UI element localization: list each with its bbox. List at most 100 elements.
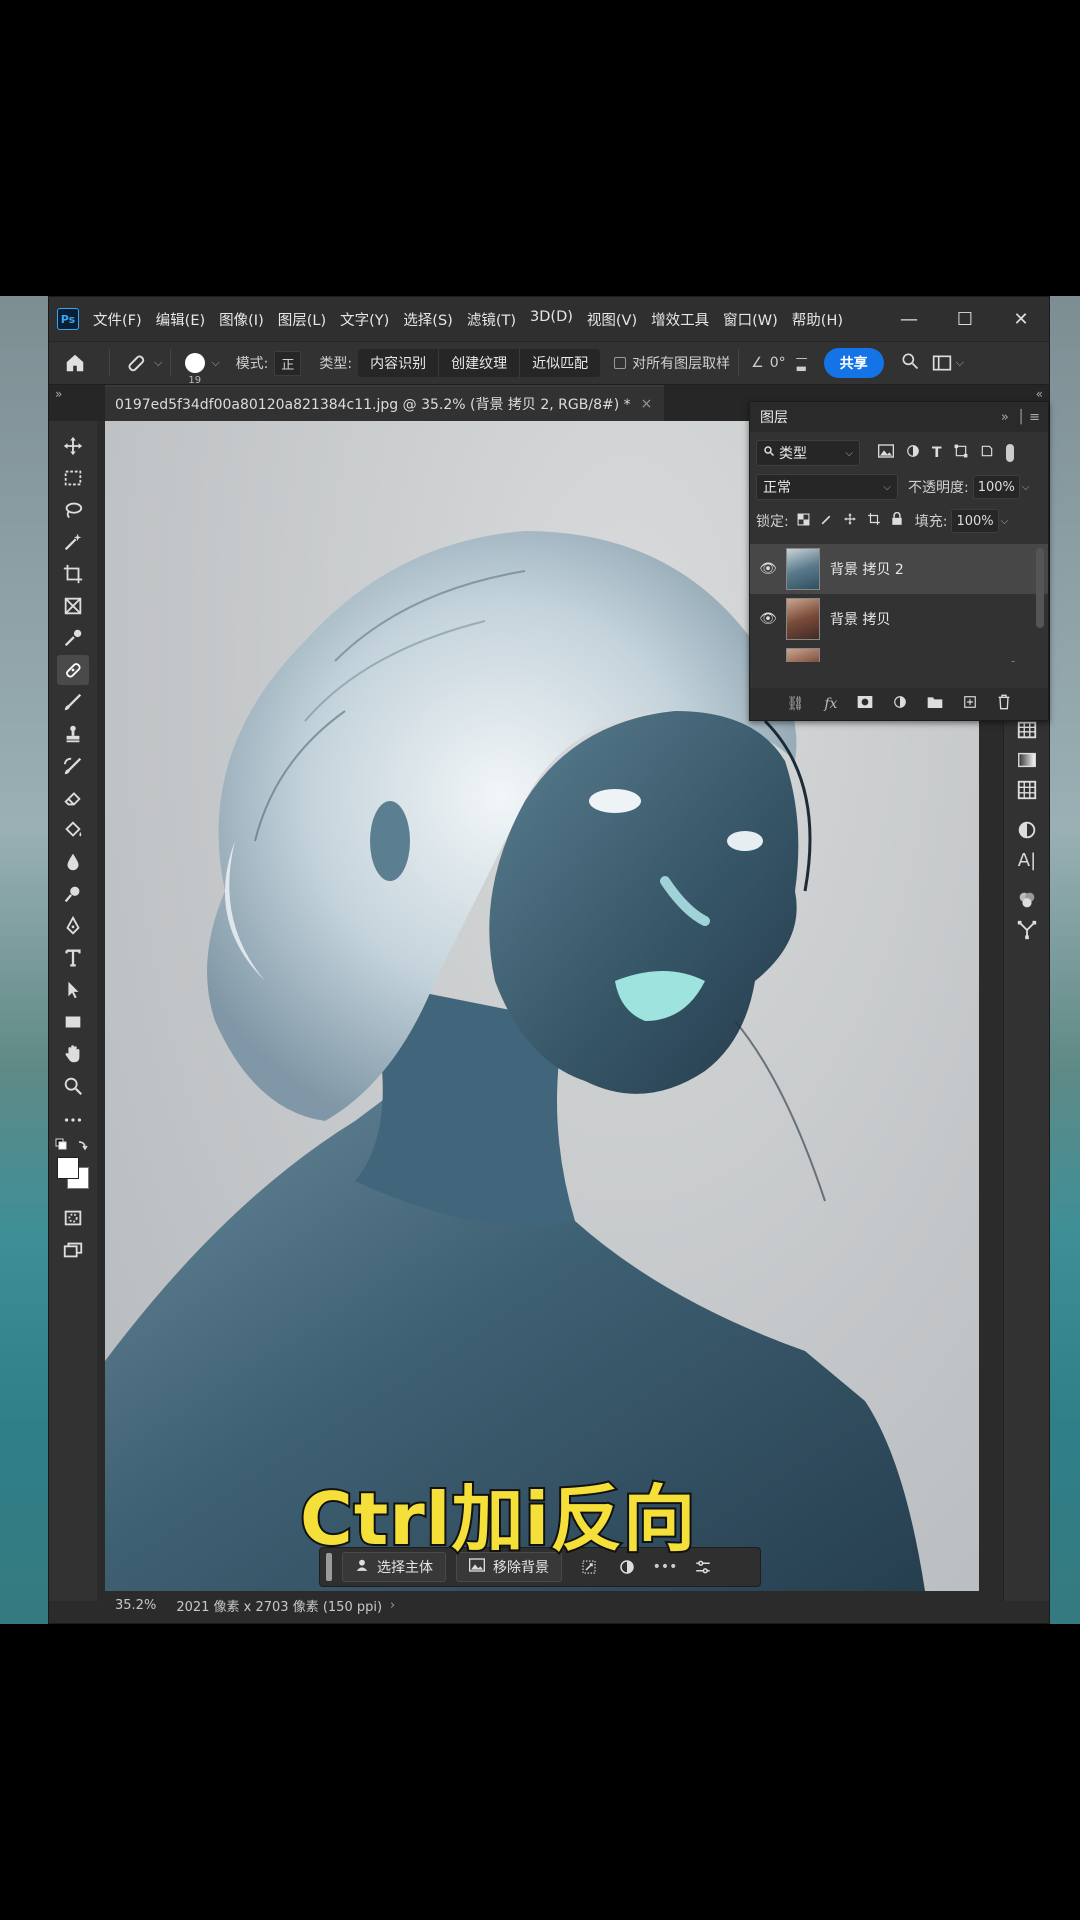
- lock-transparent-icon[interactable]: [797, 513, 810, 530]
- collapse-panels-icon[interactable]: «: [1036, 387, 1043, 401]
- menu-3d[interactable]: 3D(D): [530, 309, 573, 330]
- menu-file[interactable]: 文件(F): [93, 309, 142, 330]
- menu-image[interactable]: 图像(I): [219, 309, 264, 330]
- close-button[interactable]: ✕: [993, 297, 1049, 341]
- status-arrow-icon[interactable]: ›: [390, 1598, 395, 1613]
- magic-wand-tool-icon[interactable]: [57, 527, 89, 557]
- new-layer-icon[interactable]: [963, 695, 977, 713]
- eraser-tool-icon[interactable]: [57, 783, 89, 813]
- filter-smart-object-icon[interactable]: [980, 444, 994, 462]
- opacity-input[interactable]: 100%: [972, 475, 1020, 499]
- filter-pixel-icon[interactable]: [878, 444, 894, 462]
- swap-colors-icon[interactable]: [55, 1137, 91, 1151]
- new-adjustment-layer-icon[interactable]: [893, 695, 907, 713]
- menu-select[interactable]: 选择(S): [403, 309, 453, 330]
- channels-icon[interactable]: [1014, 817, 1040, 843]
- healing-brush-tool-icon[interactable]: [57, 655, 89, 685]
- type-tool-icon[interactable]: [57, 943, 89, 973]
- rectangle-tool-icon[interactable]: [57, 1007, 89, 1037]
- brush-size-picker[interactable]: 19 ⌵: [185, 353, 220, 386]
- frame-tool-icon[interactable]: [57, 591, 89, 621]
- menu-layer[interactable]: 图层(L): [278, 309, 326, 330]
- marquee-tool-icon[interactable]: [57, 463, 89, 493]
- pen-tool-icon[interactable]: [57, 911, 89, 941]
- menu-edit[interactable]: 编辑(E): [156, 309, 205, 330]
- layer-item[interactable]: 👁 背景 拷贝 2: [750, 544, 1048, 594]
- add-mask-icon[interactable]: [857, 695, 873, 713]
- maximize-button[interactable]: ☐: [937, 297, 993, 341]
- search-icon[interactable]: [900, 351, 920, 375]
- zoom-level[interactable]: 35.2%: [115, 1598, 156, 1613]
- visibility-eye-icon[interactable]: 👁: [750, 611, 786, 627]
- angle-value[interactable]: 0°: [770, 355, 786, 371]
- lasso-tool-icon[interactable]: [57, 495, 89, 525]
- color-swatches[interactable]: [57, 1157, 91, 1191]
- healing-brush-preset-icon[interactable]: ⌵: [124, 351, 162, 375]
- menu-type[interactable]: 文字(Y): [340, 309, 389, 330]
- zoom-tool-icon[interactable]: [57, 1071, 89, 1101]
- lock-position-icon[interactable]: [843, 512, 857, 530]
- visibility-eye-icon[interactable]: 👁: [750, 561, 786, 577]
- screen-mode-icon[interactable]: [57, 1235, 89, 1265]
- clone-stamp-tool-icon[interactable]: [57, 719, 89, 749]
- delete-layer-icon[interactable]: [997, 694, 1011, 714]
- blur-tool-icon[interactable]: [57, 847, 89, 877]
- link-layers-icon[interactable]: ⛓: [787, 696, 805, 712]
- layer-name[interactable]: 背景 拷贝 2: [830, 559, 904, 579]
- dodge-tool-icon[interactable]: [57, 879, 89, 909]
- chevron-down-icon[interactable]: ⌵: [1001, 516, 1009, 527]
- layer-name[interactable]: 背景 拷贝: [830, 609, 890, 629]
- brush-tool-icon[interactable]: [57, 687, 89, 717]
- type-create-texture[interactable]: 创建纹理: [439, 349, 521, 377]
- filter-type-icon[interactable]: T: [932, 445, 942, 461]
- filter-toggle[interactable]: [1005, 444, 1014, 462]
- menu-window[interactable]: 窗口(W): [723, 309, 778, 330]
- move-tool-icon[interactable]: [57, 431, 89, 461]
- share-button[interactable]: 共享: [823, 348, 884, 378]
- filter-shape-icon[interactable]: [954, 444, 968, 462]
- document-tab[interactable]: 0197ed5f34df00a80120a821384c11.jpg @ 35.…: [105, 385, 665, 421]
- paths-icon[interactable]: [1014, 917, 1040, 943]
- close-tab-icon[interactable]: ×: [641, 396, 653, 412]
- menu-help[interactable]: 帮助(H): [792, 309, 843, 330]
- sample-all-layers-checkbox[interactable]: 对所有图层取样: [614, 353, 730, 373]
- lock-artboard-icon[interactable]: [867, 512, 881, 530]
- paint-bucket-tool-icon[interactable]: [57, 815, 89, 845]
- mode-select[interactable]: 正: [274, 350, 302, 376]
- visibility-eye-icon[interactable]: 👁: [750, 661, 786, 662]
- crop-tool-icon[interactable]: [57, 559, 89, 589]
- color-blend-icon[interactable]: [1014, 887, 1040, 913]
- gradients-icon[interactable]: [1014, 747, 1040, 773]
- menu-filter[interactable]: 滤镜(T): [467, 309, 516, 330]
- expand-toolbar-icon[interactable]: »: [55, 387, 62, 401]
- layer-filter-select[interactable]: 类型 ⌵: [756, 440, 860, 466]
- foreground-color-swatch[interactable]: [57, 1157, 79, 1179]
- fill-input[interactable]: 100%: [951, 509, 999, 533]
- type-content-aware[interactable]: 内容识别: [358, 349, 440, 377]
- new-group-folder-icon[interactable]: [927, 695, 943, 713]
- menu-plugins[interactable]: 增效工具: [651, 309, 709, 330]
- more-tools-icon[interactable]: [57, 1105, 89, 1135]
- minimize-button[interactable]: —: [881, 297, 937, 341]
- character-panel-icon[interactable]: A|: [1014, 847, 1040, 873]
- patterns-icon[interactable]: [1014, 777, 1040, 803]
- panel-menu-icon[interactable]: » │ ≡: [1001, 410, 1040, 425]
- quick-mask-icon[interactable]: [57, 1203, 89, 1233]
- path-selection-tool-icon[interactable]: [57, 975, 89, 1005]
- hand-tool-icon[interactable]: [57, 1039, 89, 1069]
- lock-all-icon[interactable]: [891, 511, 903, 530]
- type-proximity-match[interactable]: 近似匹配: [520, 349, 600, 377]
- filter-adjustment-icon[interactable]: [906, 444, 920, 462]
- lock-pixels-icon[interactable]: [820, 513, 833, 530]
- menu-view[interactable]: 视图(V): [587, 309, 637, 330]
- fx-icon[interactable]: fx: [824, 696, 837, 712]
- pressure-icon[interactable]: — ▬: [796, 352, 808, 374]
- home-icon[interactable]: [49, 352, 101, 374]
- workspace-icon[interactable]: ⌵: [932, 354, 964, 372]
- layer-list-scrollbar[interactable]: [1036, 548, 1044, 628]
- layer-name[interactable]: 背景: [830, 659, 858, 662]
- eyedropper-tool-icon[interactable]: [57, 623, 89, 653]
- layer-item[interactable]: 👁 背景 拷贝: [750, 594, 1048, 644]
- history-brush-tool-icon[interactable]: [57, 751, 89, 781]
- layer-item[interactable]: 👁 背景 🔒: [750, 644, 1048, 662]
